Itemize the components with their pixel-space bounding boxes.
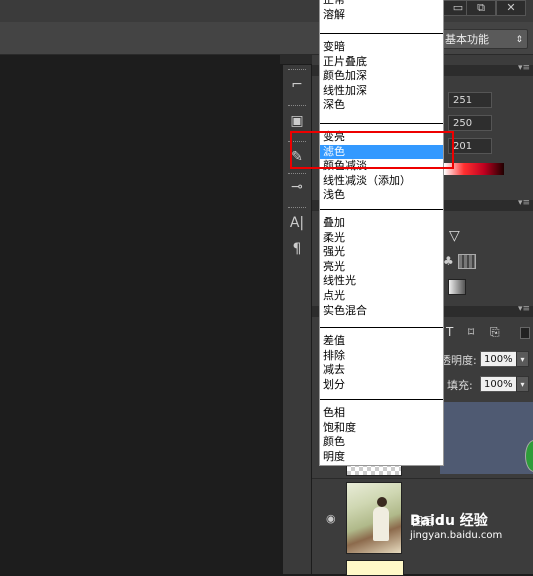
blend-mode-list[interactable]: 正常溶解变暗正片叠底颜色加深线性加深深色变亮滤色颜色减淡线性减淡（添加）浅色叠加… xyxy=(319,0,444,466)
chevron-updown-icon: ⇕ xyxy=(515,35,523,45)
curves-triangle-icon[interactable]: ▽ xyxy=(449,228,460,244)
panel-menu-icon[interactable]: ▾≡ xyxy=(518,304,530,314)
blend-mode-item[interactable]: 浅色 xyxy=(320,188,443,202)
panel-grip[interactable] xyxy=(288,207,306,210)
fill-dropdown[interactable]: ▾ xyxy=(516,376,529,392)
filter-toggle[interactable] xyxy=(520,327,530,339)
blend-mode-item[interactable]: 正片叠底 xyxy=(320,55,443,69)
fill-label: 填充: xyxy=(447,379,473,392)
shape-filter-icon[interactable]: ⌑ xyxy=(468,325,474,339)
blend-mode-item[interactable]: 划分 xyxy=(320,378,443,392)
blend-mode-item[interactable]: 柔光 xyxy=(320,231,443,245)
blend-mode-item[interactable]: 颜色 xyxy=(320,435,443,449)
blend-mode-item[interactable]: 减去 xyxy=(320,363,443,377)
channel-mixer-icon[interactable] xyxy=(458,254,476,269)
panel-grip[interactable] xyxy=(288,105,306,108)
opacity-label: 透明度: xyxy=(440,354,477,367)
panel-menu-icon[interactable]: ▾≡ xyxy=(518,63,530,73)
red-value-field[interactable]: 251 xyxy=(448,92,492,108)
blend-mode-item[interactable]: 差值 xyxy=(320,334,443,348)
blend-mode-item[interactable]: 色相 xyxy=(320,406,443,420)
green-value-field[interactable]: 250 xyxy=(448,115,492,131)
document-canvas[interactable] xyxy=(0,55,280,574)
type-filter-icon[interactable]: T xyxy=(446,325,453,339)
blend-mode-item[interactable]: 深色 xyxy=(320,98,443,112)
workspace-select[interactable]: 基本功能 ⇕ xyxy=(440,29,528,49)
layer-row-selected[interactable] xyxy=(440,402,533,474)
gradient-map-icon[interactable] xyxy=(448,279,466,295)
restore-button[interactable]: ⧉ xyxy=(466,0,496,16)
smart-object-filter-icon[interactable]: ⎘ xyxy=(490,325,500,340)
blend-separator xyxy=(320,33,443,34)
blue-value-field[interactable]: 201 xyxy=(448,138,492,154)
color-balance-icon[interactable]: ♣ xyxy=(443,254,454,268)
close-button[interactable]: ✕ xyxy=(496,0,526,16)
layer-thumbnail-photo[interactable] xyxy=(346,482,402,554)
paragraph-icon[interactable]: ¶ xyxy=(287,239,307,259)
blend-separator xyxy=(320,399,443,400)
blend-mode-item[interactable]: 正常 xyxy=(320,0,443,7)
blend-mode-item[interactable]: 明度 xyxy=(320,450,443,464)
baidu-watermark-url: jingyan.baidu.com xyxy=(410,530,503,541)
blend-mode-item[interactable]: 叠加 xyxy=(320,216,443,230)
workspace-label: 基本功能 xyxy=(445,33,489,46)
type-icon[interactable]: A| xyxy=(287,213,307,233)
blend-mode-item[interactable]: 饱和度 xyxy=(320,421,443,435)
3d-cube-icon[interactable]: ▣ xyxy=(287,111,307,131)
blend-mode-item[interactable]: 变暗 xyxy=(320,40,443,54)
visibility-eye-icon[interactable]: ◉ xyxy=(326,512,336,525)
blend-mode-item[interactable]: 排除 xyxy=(320,349,443,363)
blend-mode-item[interactable]: 颜色加深 xyxy=(320,69,443,83)
blend-separator xyxy=(320,123,443,124)
opacity-dropdown[interactable]: ▾ xyxy=(516,351,529,367)
layer-comps-icon[interactable]: ⌐ xyxy=(287,75,307,95)
panel-grip[interactable] xyxy=(288,173,306,176)
application-title-bar: ▭ ⧉ ✕ xyxy=(0,0,533,22)
blend-separator xyxy=(320,209,443,210)
blend-mode-item[interactable]: 溶解 xyxy=(320,8,443,22)
blend-mode-item[interactable]: 线性加深 xyxy=(320,84,443,98)
blend-mode-item[interactable]: 线性光 xyxy=(320,274,443,288)
blend-mode-item[interactable]: 强光 xyxy=(320,245,443,259)
blend-mode-item[interactable]: 线性减淡（添加） xyxy=(320,174,443,188)
blend-mode-item[interactable]: 点光 xyxy=(320,289,443,303)
baidu-watermark-brand: Baidu 经验 xyxy=(410,513,488,529)
adjust-slider-icon[interactable]: ⊸ xyxy=(287,177,307,197)
panel-grip[interactable] xyxy=(288,69,306,72)
blend-mode-item[interactable]: 亮光 xyxy=(320,260,443,274)
blend-separator xyxy=(320,327,443,328)
panel-menu-icon[interactable]: ▾≡ xyxy=(518,198,530,208)
blend-mode-item[interactable]: 实色混合 xyxy=(320,304,443,318)
highlight-box xyxy=(290,131,454,169)
